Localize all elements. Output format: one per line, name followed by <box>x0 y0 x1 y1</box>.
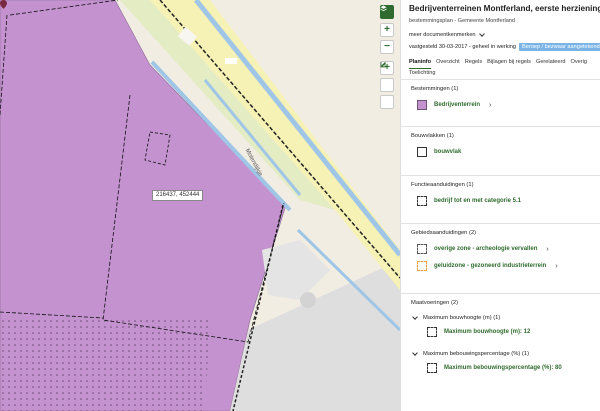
section-bestemmingen: Bestemmingen (1) Bedrijventerrein › <box>401 79 600 126</box>
section-gebiedsaanduidingen: Gebiedsaanduidingen (2) overige zone - a… <box>401 223 600 293</box>
item-label: geluidzone - gezoneerd industrieterrein <box>434 263 547 269</box>
tab-regels[interactable]: Regels <box>465 57 482 69</box>
list-item[interactable]: Maximum bebouwingspercentage (%): 80 <box>411 363 592 373</box>
zoom-out-button[interactable]: − <box>380 40 394 54</box>
subgroup-toggle[interactable]: Maximum bouwhoogte (m) (1) <box>411 313 592 321</box>
layers-icon <box>380 5 387 12</box>
maatvoering-swatch <box>427 363 437 373</box>
list-item[interactable]: bouwvlak <box>411 147 592 157</box>
section-title: Maatvoeringen (2) <box>411 300 459 306</box>
tab-overzicht[interactable]: Overzicht <box>436 57 460 69</box>
layers-button[interactable] <box>380 5 394 19</box>
list-item[interactable]: Bedrijventerrein › <box>411 100 592 110</box>
section-title: Bestemmingen (1) <box>411 86 459 92</box>
item-label: bouwvlak <box>434 149 462 155</box>
tab-toelichting[interactable]: Toelichting <box>409 69 593 79</box>
section-maatvoeringen: Maatvoeringen (2) Maximum bouwhoogte (m)… <box>401 293 600 411</box>
chevron-right-icon: › <box>489 101 492 109</box>
tab-gerelateerd[interactable]: Gerelateerd <box>536 57 566 69</box>
plan-subtitle: bestemmingsplan - Gemeente Montferland <box>409 18 516 24</box>
draw-button[interactable] <box>380 62 394 109</box>
archeologie-swatch <box>417 244 427 254</box>
item-label: Maximum bebouwingspercentage (%): 80 <box>444 365 562 371</box>
bouwvlak-swatch <box>417 147 427 157</box>
maatvoering-swatch <box>427 327 437 337</box>
chevron-down-icon <box>478 31 485 37</box>
section-title: Bouwvlakken (1) <box>411 133 454 139</box>
zoom-in-button[interactable]: + <box>380 23 394 37</box>
status-text: vastgesteld 30-03-2017 - geheel in werki… <box>409 44 516 50</box>
more-document-features-toggle[interactable]: meer documentkenmerken <box>409 31 593 38</box>
tab-bijlagen[interactable]: Bijlagen bij regels <box>487 57 531 69</box>
list-item[interactable]: Maximum bouwhoogte (m): 12 <box>411 327 592 337</box>
map-view[interactable]: Molendijkje 216437, 452444 + − + <box>0 0 400 411</box>
section-title: Gebiedsaanduidingen (2) <box>411 230 477 236</box>
item-label: Maximum bouwhoogte (m): 12 <box>444 329 531 335</box>
chevron-right-icon: › <box>555 262 558 270</box>
item-label: Bedrijventerrein <box>434 102 481 108</box>
meta-label: meer documentkenmerken <box>409 32 476 38</box>
geluidzone-swatch <box>417 261 427 271</box>
bestemming-swatch <box>417 100 427 110</box>
tab-planinfo[interactable]: Planinfo <box>409 57 432 69</box>
list-item[interactable]: geluidzone - gezoneerd industrieterrein … <box>411 261 592 271</box>
tab-overig[interactable]: Overig <box>571 57 587 69</box>
section-functieaanduidingen: Functieaanduidingen (1) bedrijf tot en m… <box>401 175 600 223</box>
chevron-down-icon <box>412 313 418 320</box>
plan-title: Bedrijventerreinen Montferland, eerste h… <box>409 4 600 13</box>
measure-button[interactable] <box>380 62 394 92</box>
section-title: Functieaanduidingen (1) <box>411 182 474 188</box>
subgroup-title: Maximum bebouwingspercentage (%) (1) <box>423 351 529 357</box>
hatch-area <box>0 318 210 411</box>
tab-bar: Planinfo Overzicht Regels Bijlagen bij r… <box>401 57 600 79</box>
item-label: overige zone - archeologie vervallen <box>434 246 538 252</box>
pencil-icon <box>381 62 386 67</box>
chevron-down-icon <box>412 349 418 356</box>
item-label: bedrijf tot en met categorie 5.1 <box>434 198 522 204</box>
subgroup-title: Maximum bouwhoogte (m) (1) <box>423 315 501 321</box>
list-item[interactable]: overige zone - archeologie vervallen › <box>411 244 592 254</box>
functie-swatch <box>417 196 427 206</box>
map-canvas <box>0 0 400 411</box>
chevron-right-icon: › <box>546 245 549 253</box>
subgroup-toggle[interactable]: Maximum bebouwingspercentage (%) (1) <box>411 349 592 357</box>
list-item[interactable]: bedrijf tot en met categorie 5.1 <box>411 196 592 206</box>
coordinate-label: 216437, 452444 <box>152 190 204 201</box>
plan-info-panel: Bedrijventerreinen Montferland, eerste h… <box>400 0 600 411</box>
location-pin-icon <box>0 0 7 9</box>
status-badge: Beroep / bezwaar aangetekend <box>518 43 600 51</box>
section-bouwvlakken: Bouwvlakken (1) bouwvlak <box>401 126 600 175</box>
